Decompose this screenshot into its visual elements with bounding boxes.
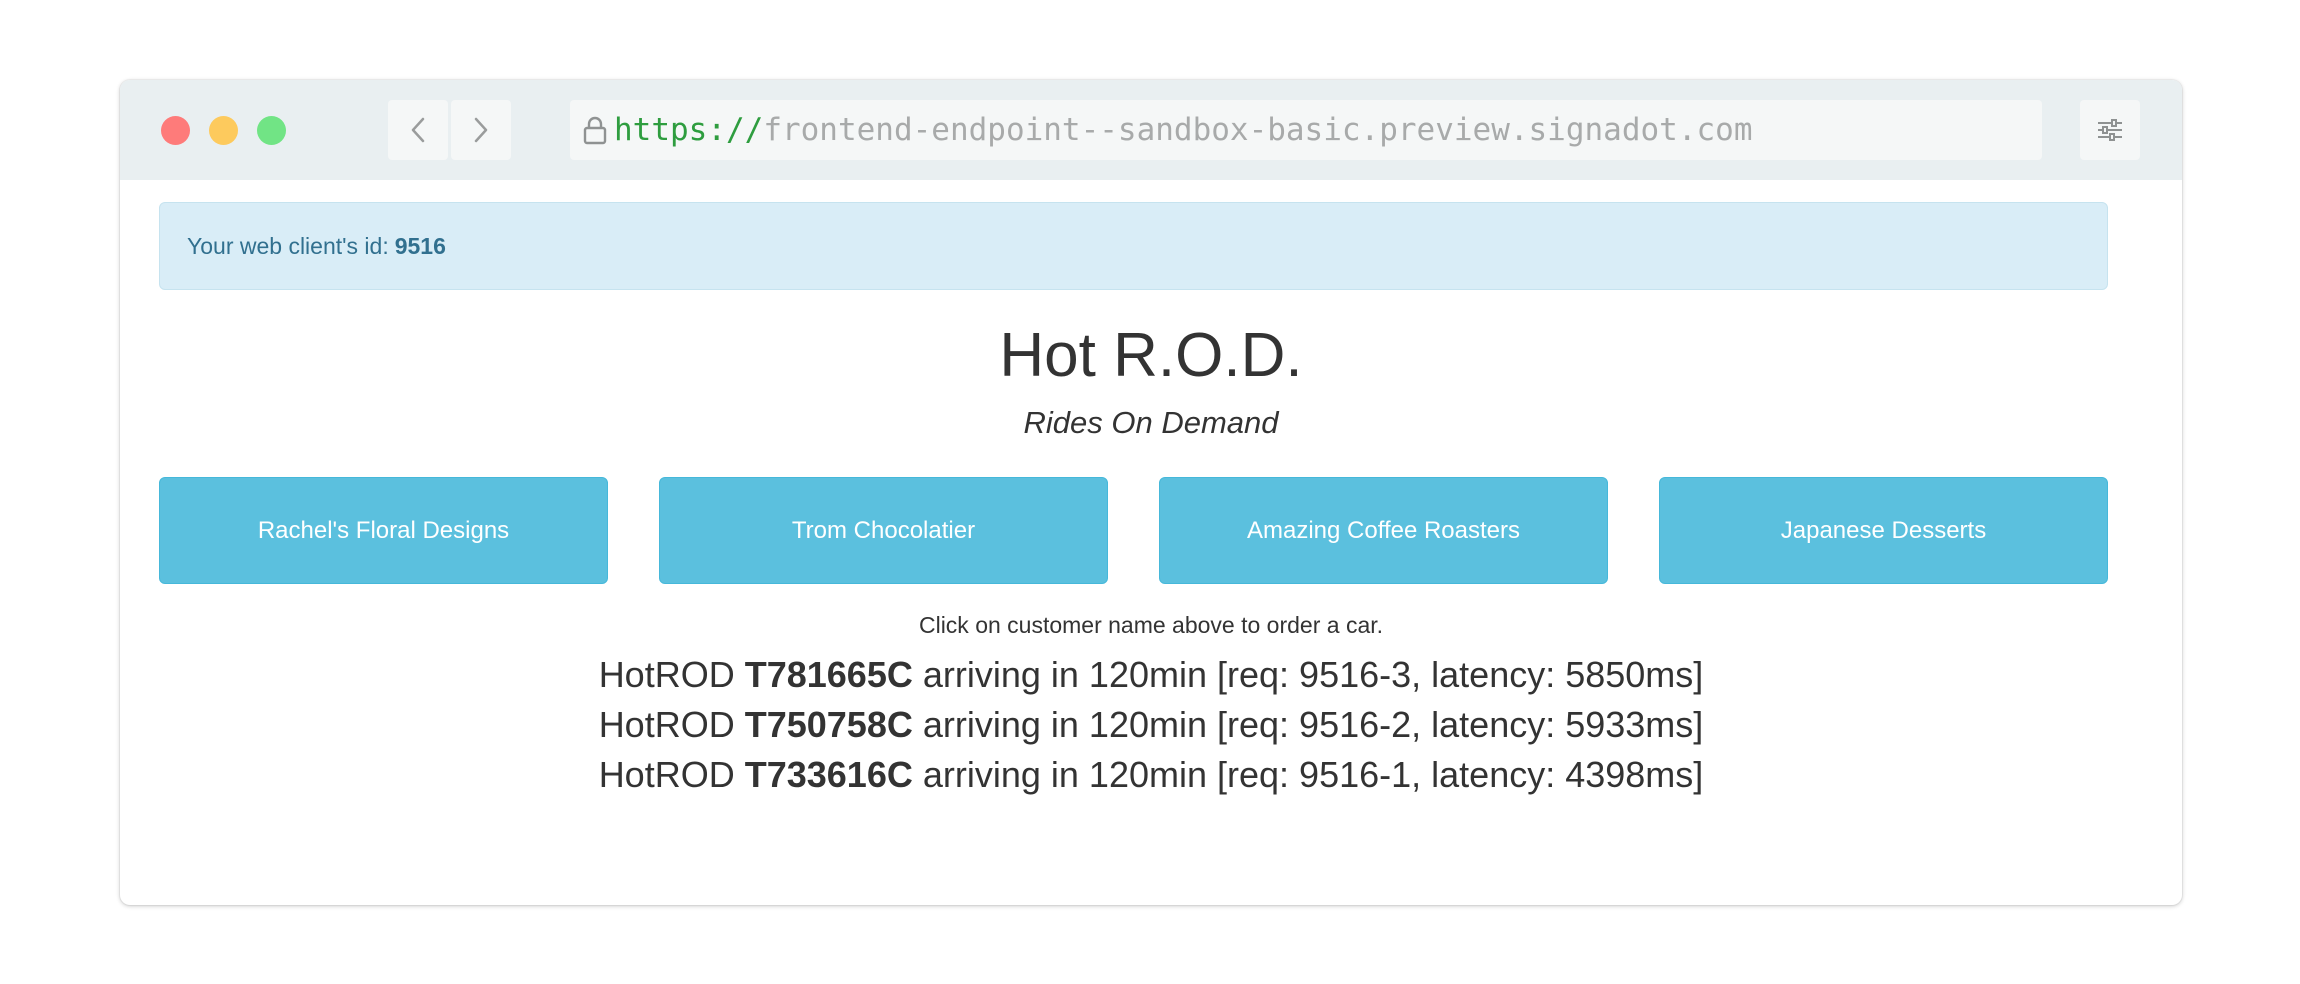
alert-text: Your web client's id: [187,232,389,259]
ride-details: arriving in 120min [req: 9516-2, latency… [922,704,1704,745]
url-scheme: https:// [614,112,764,148]
ride-prefix: HotROD [598,704,735,745]
ride-prefix: HotROD [598,654,735,695]
page-title: Hot R.O.D. [999,321,1303,390]
customer-button-amazing-coffee-roasters[interactable]: Amazing Coffee Roasters [1159,477,1608,584]
url-host: frontend-endpoint--sandbox-basic.preview… [763,112,1753,148]
ride-details: arriving in 120min [req: 9516-1, latency… [922,754,1704,795]
browser-toolbar: https://frontend-endpoint--sandbox-basic… [120,80,2182,180]
customer-button-rachels-floral-designs[interactable]: Rachel's Floral Designs [159,477,608,584]
ride-item: HotROD T733616C arriving in 120min [req:… [120,750,2182,800]
minimize-window-button[interactable] [209,116,238,145]
order-hint: Click on customer name above to order a … [918,612,1384,638]
ride-item: HotROD T750758C arriving in 120min [req:… [120,700,2182,750]
page-content: Your web client's id: 9516 Hot R.O.D. Ri… [120,180,2182,905]
customer-button-japanese-desserts[interactable]: Japanese Desserts [1659,477,2108,584]
maximize-window-button[interactable] [257,116,286,145]
ride-car-id: T733616C [744,754,913,795]
client-id-alert: Your web client's id: 9516 [159,202,2108,290]
sliders-icon [2098,119,2122,141]
chevron-right-icon [474,117,488,143]
settings-button[interactable] [2080,100,2140,160]
ride-details: arriving in 120min [req: 9516-3, latency… [922,654,1704,695]
lock-icon [582,115,608,145]
ride-car-id: T750758C [744,704,913,745]
client-id-value: 9516 [394,232,446,259]
ride-list: HotROD T781665C arriving in 120min [req:… [120,650,2182,800]
customer-button-trom-chocolatier[interactable]: Trom Chocolatier [659,477,1108,584]
close-window-button[interactable] [161,116,190,145]
ride-prefix: HotROD [598,754,735,795]
forward-button[interactable] [451,100,511,160]
page-subtitle: Rides On Demand [1023,405,1279,440]
browser-window: https://frontend-endpoint--sandbox-basic… [120,80,2182,905]
back-button[interactable] [388,100,448,160]
address-bar[interactable]: https://frontend-endpoint--sandbox-basic… [570,100,2042,160]
ride-item: HotROD T781665C arriving in 120min [req:… [120,650,2182,700]
chevron-left-icon [411,117,425,143]
ride-car-id: T781665C [744,654,913,695]
